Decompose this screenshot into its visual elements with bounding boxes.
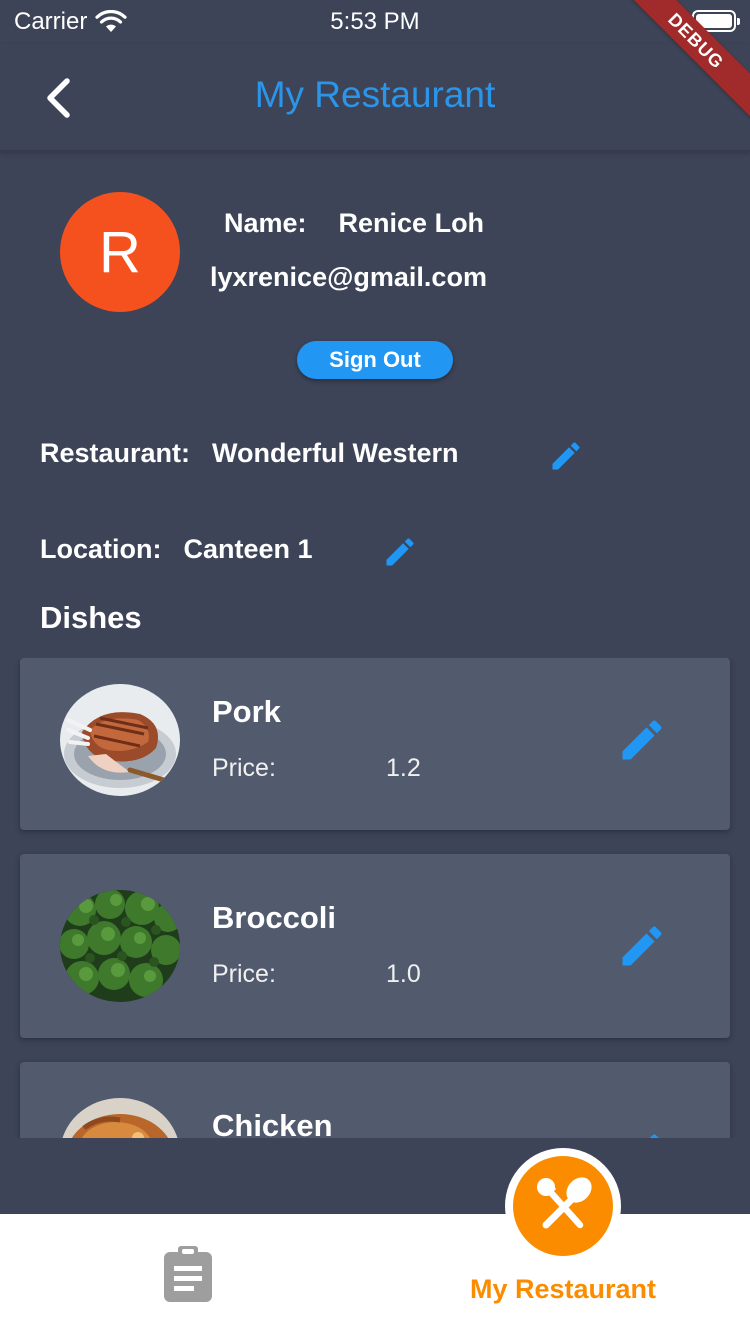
pencil-icon xyxy=(552,442,580,470)
edit-dish-button[interactable] xyxy=(616,920,668,972)
restaurant-name: Wonderful Western xyxy=(212,438,459,468)
dish-card[interactable]: Chicken xyxy=(20,1062,730,1138)
dish-image-broccoli xyxy=(60,890,180,1002)
dish-card[interactable]: Broccoli Price: 1.0 xyxy=(20,854,730,1038)
dish-image-pork xyxy=(60,684,180,796)
pencil-icon xyxy=(649,1134,659,1138)
status-bar: Carrier 5:53 PM xyxy=(0,0,750,44)
roast-pork-photo xyxy=(60,684,180,796)
dish-name: Chicken xyxy=(212,1108,333,1138)
name-value: Renice Loh xyxy=(338,208,485,238)
dish-list[interactable]: Pork Price: 1.2 Broccoli Price: 1.0 Chic… xyxy=(0,658,750,1138)
location-label: Location: xyxy=(40,534,162,564)
pencil-icon xyxy=(622,720,662,760)
dish-name: Pork xyxy=(212,694,281,729)
profile-name-row: Name: Renice Loh xyxy=(224,208,484,239)
dish-price-label: Price: xyxy=(212,960,276,988)
clipboard-icon xyxy=(164,1246,212,1302)
sign-out-button[interactable]: Sign Out xyxy=(297,341,453,379)
restaurant-row: Restaurant: Wonderful Western xyxy=(40,438,459,469)
location-name: Canteen 1 xyxy=(183,534,313,564)
location-row: Location: Canteen 1 xyxy=(40,534,313,565)
edit-restaurant-button[interactable] xyxy=(548,438,584,474)
dish-image-chicken xyxy=(60,1098,180,1138)
pencil-icon xyxy=(622,926,662,966)
pencil-icon xyxy=(386,538,414,566)
app-bar: My Restaurant xyxy=(0,44,750,152)
profile-email: lyxrenice@gmail.com xyxy=(210,262,487,292)
nav-my-restaurant-label[interactable]: My Restaurant xyxy=(460,1274,666,1305)
fork-spoon-icon xyxy=(537,1177,592,1229)
nav-orders-tab[interactable] xyxy=(160,1244,216,1304)
edit-location-button[interactable] xyxy=(382,534,418,570)
page-title: My Restaurant xyxy=(254,74,496,115)
dishes-heading: Dishes xyxy=(40,600,142,635)
dish-price-label: Price: xyxy=(212,754,276,782)
name-label: Name: xyxy=(224,208,307,238)
roast-chicken-photo xyxy=(60,1098,180,1138)
nav-my-restaurant-tab[interactable] xyxy=(513,1156,613,1256)
edit-dish-button[interactable] xyxy=(616,1128,668,1138)
avatar: R xyxy=(60,192,180,312)
status-time: 5:53 PM xyxy=(330,8,420,35)
restaurant-label: Restaurant: xyxy=(40,438,191,468)
dish-price-value: 1.2 xyxy=(386,754,421,782)
dish-name: Broccoli xyxy=(212,900,337,935)
broccoli-photo xyxy=(60,890,180,1002)
dish-price-value: 1.0 xyxy=(386,960,421,988)
dish-card[interactable]: Pork Price: 1.2 xyxy=(20,658,730,830)
edit-dish-button[interactable] xyxy=(616,714,668,766)
